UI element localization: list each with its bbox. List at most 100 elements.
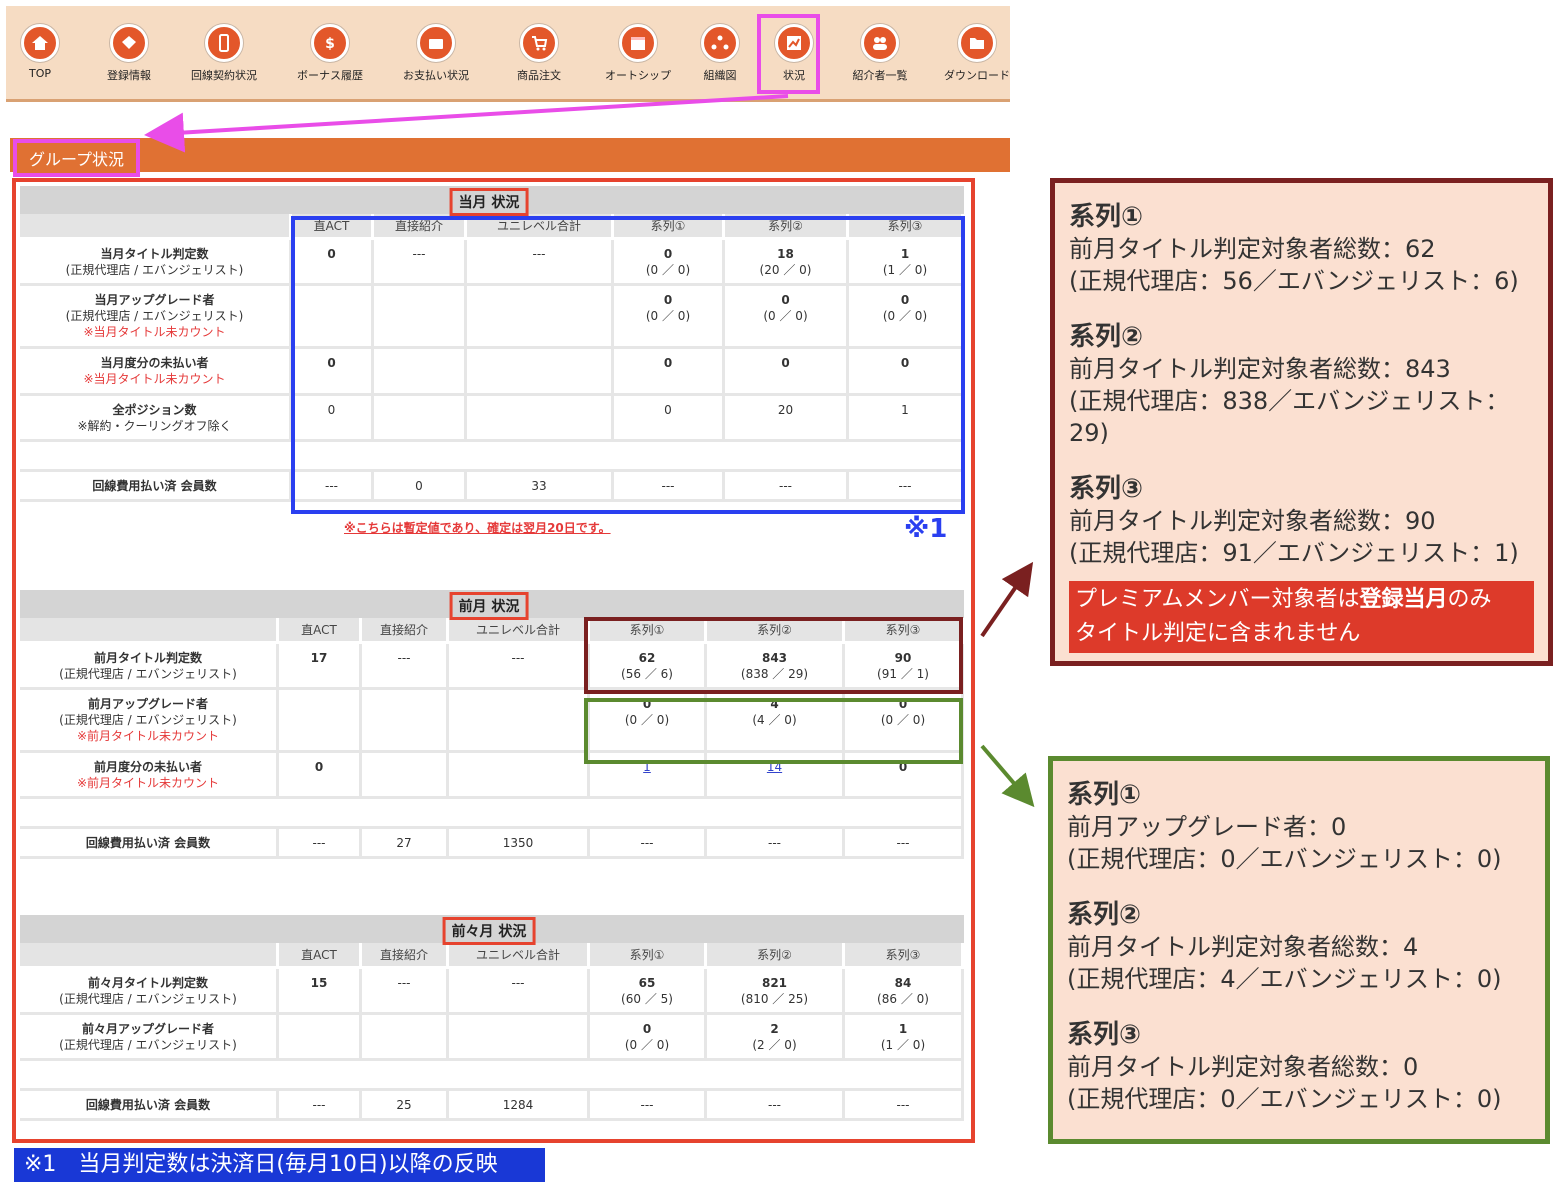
- unpaid-count-link[interactable]: 1: [643, 760, 651, 774]
- table-cell: ---: [362, 644, 449, 690]
- spacer-cell: [20, 1061, 964, 1091]
- nav-item-8[interactable]: 状況: [754, 24, 834, 83]
- cell-value: ---: [397, 651, 411, 665]
- table-cell: 0: [292, 396, 374, 442]
- home-icon: [21, 24, 59, 62]
- table-cell[interactable]: 14: [707, 753, 845, 799]
- header-blank: [20, 943, 279, 969]
- row-subtitle: (正規代理店 / エバンジェリスト): [59, 667, 237, 681]
- row-note: ※当月タイトル未カウント: [83, 325, 226, 339]
- dark-red-arrow: [980, 561, 1034, 638]
- cell-breakdown: (838 ／ 29): [740, 667, 809, 681]
- column-header: 直ACT: [292, 214, 374, 240]
- nav-item-0[interactable]: TOP: [0, 24, 80, 80]
- cell-value: 17: [310, 651, 328, 665]
- table-row: 前月度分の未払い者 ※前月タイトル未カウント 0 1 14 0: [20, 753, 964, 799]
- cell-value: 0: [327, 247, 336, 261]
- nav-label: 商品注文: [517, 69, 561, 82]
- callout2-block-3: 系列③ 前月タイトル判定対象者総数：0 (正規代理店：0／エバンジェリスト：0): [1067, 1019, 1531, 1115]
- cart-icon: [520, 24, 558, 62]
- nav-item-6[interactable]: オートシップ: [598, 24, 678, 83]
- unpaid-count-link[interactable]: 14: [767, 760, 782, 774]
- nav-item-2[interactable]: 回線契約状況: [184, 24, 264, 83]
- wallet-icon: [417, 24, 455, 62]
- row-subtitle: (正規代理店 / エバンジェリスト): [65, 263, 244, 277]
- nav-item-4[interactable]: お支払い状況: [396, 24, 476, 83]
- cell-value: 0: [898, 760, 908, 774]
- table-cell: 65 (60 ／ 5): [590, 969, 707, 1015]
- callout2-heading-1: 系列①: [1067, 780, 1142, 810]
- table-cell: 0 (0 ／ 0): [590, 690, 707, 753]
- row-label: 前月タイトル判定数 (正規代理店 / エバンジェリスト): [20, 644, 279, 690]
- row-label: 当月アップグレード者 (正規代理店 / エバンジェリスト) ※当月タイトル未カウント: [20, 286, 292, 349]
- calendar-icon: [619, 24, 657, 62]
- paid-members-label: 回線費用払い済 会員数: [85, 1098, 211, 1112]
- column-header: 系列③: [849, 214, 964, 240]
- cell-breakdown: (2 ／ 0): [752, 1038, 797, 1052]
- table-cell: ---: [707, 829, 845, 859]
- nav-item-7[interactable]: 組織図: [680, 24, 760, 83]
- table-cell: 0 (0 ／ 0): [614, 286, 725, 349]
- table-cell: [449, 1015, 590, 1061]
- table-cell: 843 (838 ／ 29): [707, 644, 845, 690]
- row-note: ※前月タイトル未カウント: [76, 729, 220, 743]
- callout2-line-2a: 前月タイトル判定対象者総数：4: [1067, 933, 1419, 961]
- table-cell: [467, 396, 614, 442]
- cell-breakdown: (0 ／ 0): [880, 713, 926, 727]
- nav-label: 組織図: [703, 69, 737, 82]
- cell-breakdown: (0 ／ 0): [645, 309, 691, 323]
- cell-value: 0: [642, 697, 652, 711]
- callout1-block-1: 系列① 前月タイトル判定対象者総数：62 (正規代理店：56／エバンジェリスト：…: [1069, 201, 1534, 297]
- nav-item-9[interactable]: 紹介者一覧: [840, 24, 920, 83]
- cell-value: ---: [397, 976, 411, 990]
- row-title: 当月タイトル判定数: [100, 247, 209, 261]
- table-cell: 1: [849, 396, 964, 442]
- cell-value: 84: [894, 976, 912, 990]
- table-cell: 15: [279, 969, 362, 1015]
- current-head: 当月 状況: [20, 186, 964, 216]
- spacer-cell: [20, 799, 964, 829]
- callout2-line-2b: (正規代理店：4／エバンジェリスト：0): [1067, 965, 1502, 993]
- table-cell: 0: [279, 753, 362, 799]
- paid-members-row: 回線費用払い済 会員数 --- 25 1284 --- --- ---: [20, 1091, 964, 1121]
- users-icon: [861, 24, 899, 62]
- column-header: 系列③: [845, 618, 964, 644]
- row-subtitle: (正規代理店 / エバンジェリスト): [59, 992, 237, 1006]
- table-cell: [362, 1015, 449, 1061]
- callout1-line-1a: 前月タイトル判定対象者総数：62: [1069, 235, 1436, 263]
- table-cell: ---: [467, 240, 614, 286]
- chart-icon: [775, 24, 813, 62]
- nav-label: 登録情報: [107, 69, 151, 82]
- nav-item-5[interactable]: 商品注文: [499, 24, 579, 83]
- table-cell: 0 (0 ／ 0): [845, 690, 964, 753]
- dollar-icon: $: [311, 24, 349, 62]
- org-chart-icon: [701, 24, 739, 62]
- table-cell[interactable]: 1: [590, 753, 707, 799]
- nav-item-10[interactable]: ダウンロード: [937, 24, 1017, 83]
- table-cell: [449, 753, 590, 799]
- column-header: ユニレベル合計: [467, 214, 614, 240]
- table-cell: ---: [374, 240, 467, 286]
- table-cell: [362, 690, 449, 753]
- cell-value: 18: [777, 247, 794, 261]
- phone-icon: [205, 24, 243, 62]
- callout2-line-1b: (正規代理店：0／エバンジェリスト：0): [1067, 845, 1502, 873]
- group-status-title: グループ状況: [13, 139, 141, 177]
- callout2-line-3a: 前月タイトル判定対象者総数：0: [1067, 1053, 1419, 1081]
- table-cell: ---: [292, 472, 374, 502]
- table-cell: [279, 690, 362, 753]
- table-cell: 18 (20 ／ 0): [725, 240, 849, 286]
- column-header: 直ACT: [279, 618, 362, 644]
- row-title: 前々月タイトル判定数: [87, 976, 208, 990]
- cell-breakdown: (0 ／ 0): [882, 309, 928, 323]
- table-cell: ---: [614, 472, 725, 502]
- column-header: 系列①: [614, 214, 725, 240]
- nav-item-1[interactable]: 登録情報: [89, 24, 169, 83]
- cell-breakdown: (0 ／ 0): [624, 1038, 670, 1052]
- cell-breakdown: (20 ／ 0): [759, 263, 812, 277]
- series-upgrade-callout: 系列① 前月アップグレード者：0 (正規代理店：0／エバンジェリスト：0) 系列…: [1048, 756, 1550, 1144]
- nav-item-3[interactable]: $ ボーナス履歴: [290, 24, 370, 83]
- table-cell: 0: [292, 240, 374, 286]
- header-blank: [20, 618, 279, 644]
- cell-value: 0: [781, 356, 790, 370]
